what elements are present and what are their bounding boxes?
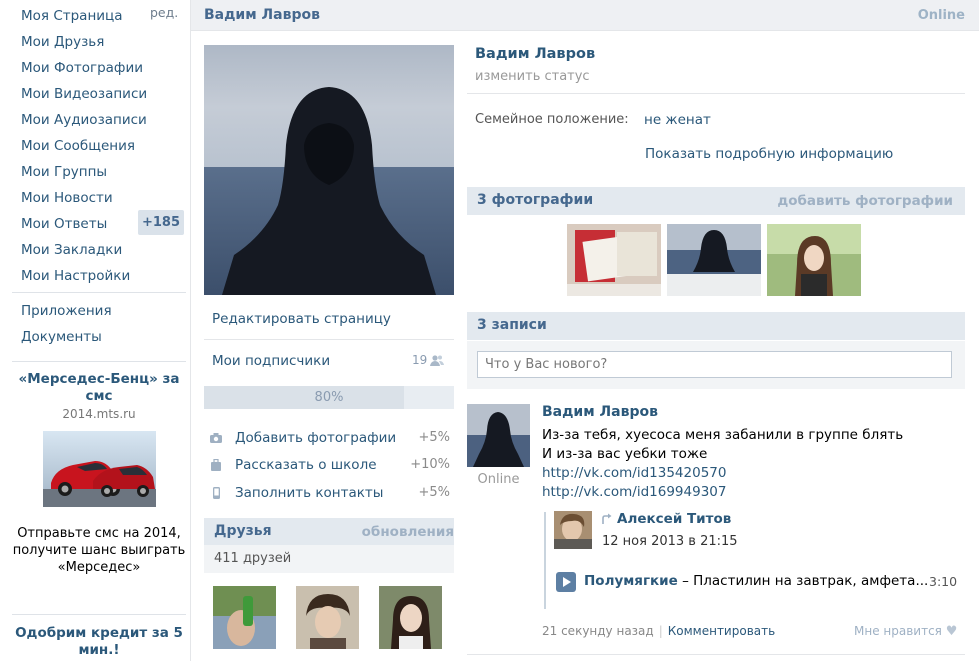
task-percent: +10% [410,457,450,472]
nav-documents[interactable]: Документы [21,324,102,350]
post-composer [467,341,965,389]
repost-icon [601,513,613,525]
add-photos-link[interactable]: добавить фотографии [777,193,953,209]
repost-quote-bar [544,512,546,609]
nav-my-page[interactable]: Моя Страница [21,3,123,29]
nav-apps[interactable]: Приложения [21,298,112,324]
friends-updates-link[interactable]: обновления [362,524,454,540]
ad-car-image[interactable] [42,431,156,507]
new-post-input[interactable] [477,351,952,378]
task-label[interactable]: Добавить фотографии [235,430,396,446]
repost-author-avatar[interactable] [554,511,592,549]
nav-my-bookmarks[interactable]: Мои Закладки [21,237,122,263]
friends-block-header[interactable]: Друзья обновления [204,518,454,546]
online-status: Online [917,8,965,23]
ad-credit[interactable]: Одобрим кредит за 5 мин.! [12,625,186,659]
post-link[interactable]: http://vk.com/id169949307 [542,484,726,500]
post-author-avatar[interactable] [467,404,530,467]
task-add-photos[interactable]: Добавить фотографии +5% [210,428,454,450]
comment-link[interactable]: Комментировать [668,624,775,638]
profile-avatar[interactable] [204,45,454,295]
ad-title[interactable]: «Мерседес-Бенц» за смс [12,371,186,405]
friend-avatar[interactable] [379,586,442,649]
nav-divider [12,614,186,615]
header-name: Вадим Лавров [204,7,320,23]
ad-domain: 2014.mts.ru [62,407,136,421]
task-school[interactable]: Рассказать о школе +10% [210,455,454,477]
task-percent: +5% [418,430,450,445]
wall-title[interactable]: 3 записи [477,317,547,333]
nav-my-friends[interactable]: Мои Друзья [21,29,104,55]
camera-icon [210,432,222,444]
profile-completion-bar: 80% [204,386,454,409]
info-divider [467,93,965,94]
my-subscribers-link[interactable]: Мои подписчики [212,353,330,369]
post-time[interactable]: 21 секунду назад [542,624,654,638]
task-contacts[interactable]: Заполнить контакты +5% [210,483,454,505]
profile-name: Вадим Лавров [475,46,596,62]
post-link[interactable]: http://vk.com/id135420570 [542,465,726,481]
answers-count-badge[interactable]: +185 [138,210,184,235]
photos-block-header[interactable]: 3 фотографии добавить фотографии [467,187,965,215]
meta-separator: | [658,624,663,638]
post-divider [467,654,965,655]
audio-title[interactable]: – Пластилин на завтрак, амфета... [678,573,928,589]
nav-my-answers[interactable]: Мои Ответы [21,211,107,237]
photos-title[interactable]: 3 фотографии [477,192,593,208]
photo-thumbnail[interactable] [567,224,661,296]
audio-track[interactable]: Полумягкие – Пластилин на завтрак, амфет… [584,573,928,589]
post-author-name[interactable]: Вадим Лавров [542,404,658,420]
post-meta: 21 секунду назад | Комментировать [542,624,775,638]
nav-my-news[interactable]: Мои Новости [21,185,113,211]
profile-header-bar: Вадим Лавров Online [191,0,979,31]
nav-divider [12,292,186,293]
friend-avatar[interactable] [296,586,359,649]
ad-mercedes[interactable]: «Мерседес-Бенц» за смс 2014.mts.ru Отпра… [12,371,186,576]
nav-my-photos[interactable]: Мои Фотографии [21,55,143,81]
like-button[interactable]: Мне нравится ♥ [854,624,957,639]
task-percent: +5% [418,485,450,500]
wall-block-header[interactable]: 3 записи [467,312,965,340]
nav-divider [12,361,186,362]
friend-avatar[interactable] [213,586,276,649]
family-status-label: Семейное положение: [475,112,629,127]
like-label[interactable]: Мне нравится [854,624,942,638]
post-author-online: Online [477,472,520,487]
show-details-link[interactable]: Показать подробную информацию [645,146,893,162]
ad-title[interactable]: Одобрим кредит за 5 мин.! [12,625,186,659]
post-text-line: И из-за вас уебки тоже [542,446,708,462]
audio-artist[interactable]: Полумягкие [584,573,678,589]
friends-count-bar[interactable]: 411 друзей [204,545,454,573]
family-status-value[interactable]: не женат [644,112,711,128]
nav-my-messages[interactable]: Мои Сообщения [21,133,135,159]
sidebar-divider [204,339,454,340]
bag-icon [210,458,222,471]
repost-date[interactable]: 12 ноя 2013 в 21:15 [602,534,738,549]
nav-edit-link[interactable]: ред. [150,3,178,23]
ad-text: Отправьте смс на 2014, получите шанс выи… [12,526,186,575]
photo-thumbnail[interactable] [667,224,761,296]
friends-count: 411 друзей [214,551,292,566]
friends-title[interactable]: Друзья [214,523,272,539]
nav-my-settings[interactable]: Мои Настройки [21,263,130,289]
photo-thumbnail[interactable] [767,224,861,296]
subscribers-count: 19 [412,353,428,367]
progress-label: 80% [314,390,344,405]
task-label[interactable]: Рассказать о школе [235,457,377,473]
audio-duration: 3:10 [929,574,958,589]
nav-my-audio[interactable]: Мои Аудиозаписи [21,107,147,133]
left-navigation: Моя Страница ред. Мои Друзья Мои Фотогра… [0,0,190,661]
nav-my-videos[interactable]: Мои Видеозаписи [21,81,147,107]
task-label[interactable]: Заполнить контакты [235,485,383,501]
nav-my-groups[interactable]: Мои Группы [21,159,107,185]
post-text-line: Из-за тебя, хуесоса меня забанили в груп… [542,427,904,443]
heart-icon: ♥ [945,624,958,639]
subscribers-icon [430,354,444,367]
column-separator [190,0,191,661]
audio-play-button[interactable] [556,572,576,592]
repost-author-name[interactable]: Алексей Титов [617,511,731,527]
edit-page-link[interactable]: Редактировать страницу [212,311,391,327]
phone-icon [210,487,222,499]
change-status-link[interactable]: изменить статус [475,69,590,84]
